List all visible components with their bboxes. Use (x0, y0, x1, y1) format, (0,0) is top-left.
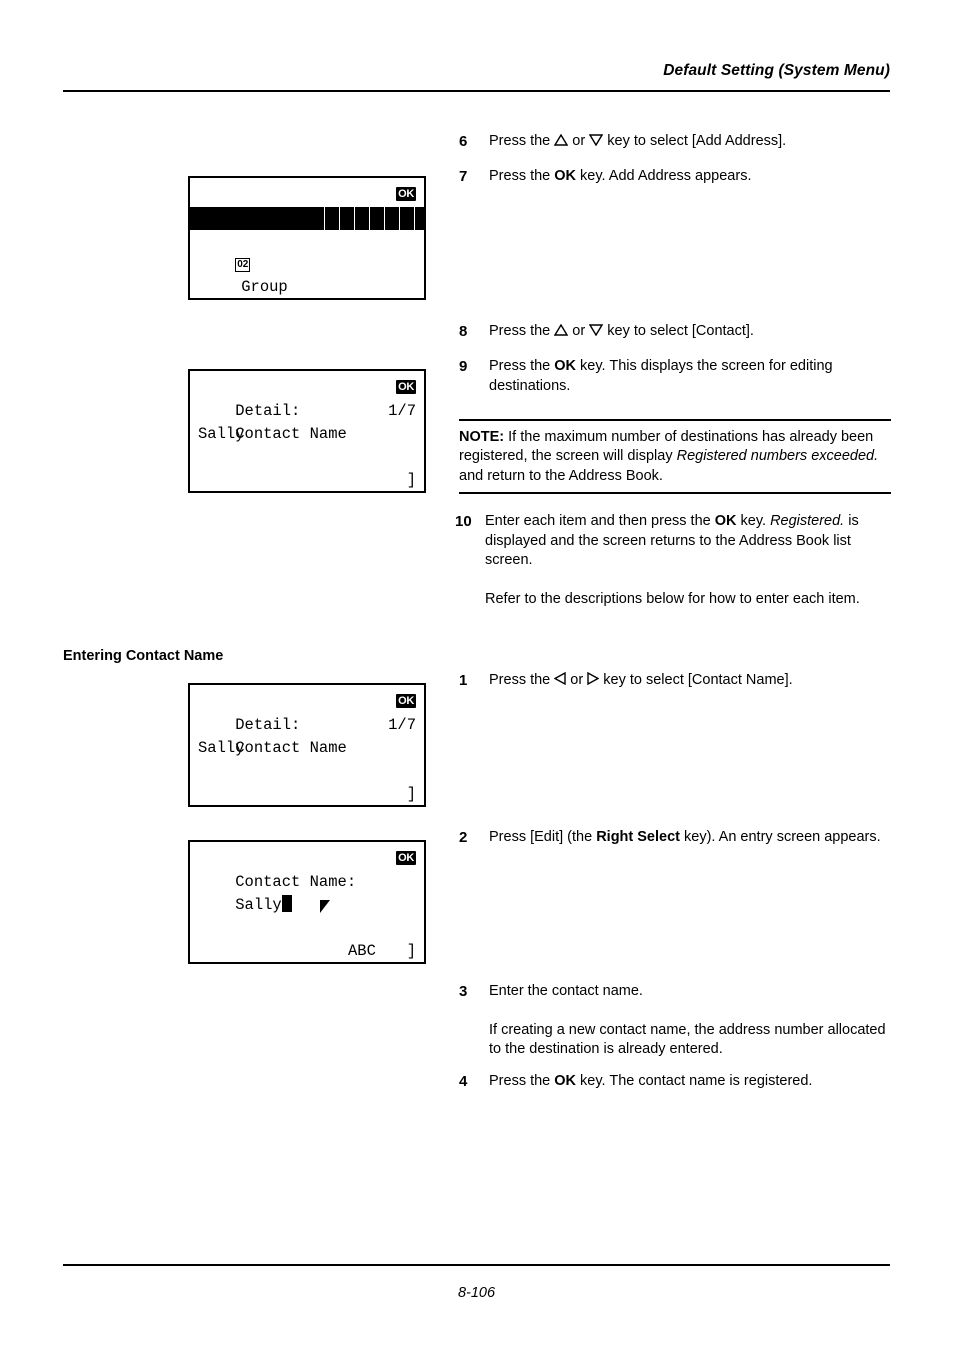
step-number: 7 (459, 168, 468, 185)
lcd-title-row: Add Address: OK (198, 184, 416, 227)
note-label: NOTE: (459, 428, 505, 445)
step-number: 8 (459, 323, 468, 340)
step-8: 8 Press the or key to select [Contact]. (459, 322, 891, 342)
lcd-status-icons: OK (373, 186, 416, 202)
lcd-list-item-group[interactable]: 02 Group (198, 230, 416, 296)
softkey-right-bracket: ] (406, 471, 416, 489)
softkey-right-bracket: ] (406, 785, 416, 803)
footer-divider (63, 1264, 890, 1266)
lcd-field-value: Sally (198, 425, 245, 443)
step-number: 6 (459, 133, 468, 150)
mode-pointer-triangle-icon (320, 900, 330, 913)
note-text: NOTE: If the maximum number of destinati… (459, 421, 891, 493)
step-text: Press the OK key. Add Address appears. (489, 168, 752, 184)
lcd-text-input-row[interactable]: Sally (198, 871, 416, 914)
down-triangle-outline-icon (589, 134, 604, 146)
ok-badge-icon: OK (396, 694, 416, 708)
lcd-status-icons: OK (373, 850, 416, 866)
lcd-softkey-row: [ Text ] (198, 940, 416, 964)
lcd-input-mode-row: ABC (198, 917, 416, 960)
lcd-detail-screen-1: Detail: OK Contact Name 1/7 Sally [ Edit… (188, 369, 426, 493)
softkey-right-bracket: ] (406, 942, 416, 960)
lcd-field-row: Contact Name 1/7 (198, 400, 416, 443)
step-number: 3 (459, 983, 468, 1000)
lcd-add-address-screen: Add Address: OK 01 Contact 02 Grou (188, 176, 426, 300)
section-subheading: Entering Contact Name (63, 648, 224, 664)
step-9: 9 Press the OK key. This displays the sc… (459, 357, 891, 396)
step-2: 2 Press [Edit] (the Right Select key). A… (459, 828, 891, 848)
note-block: NOTE: If the maximum number of destinati… (459, 419, 891, 494)
lcd-title-row: Detail: OK (198, 691, 416, 734)
header-title: Default Setting (System Menu) (663, 62, 890, 79)
step-text: Press the OK key. This displays the scre… (489, 358, 833, 394)
lcd-title-row: Detail: OK (198, 377, 416, 420)
list-item-label: Group (241, 278, 288, 296)
step-text: Press [Edit] (the Right Select key). An … (489, 829, 881, 845)
four-way-arrow-horizontal-icon (373, 850, 391, 866)
step-4: 4 Press the OK key. The contact name is … (459, 1072, 891, 1092)
step-text: Press the or key to select [Contact]. (489, 323, 754, 339)
ok-badge-icon: OK (396, 187, 416, 201)
step-6: 6 Press the or key to select [Add Addres… (459, 132, 891, 152)
softkey-left-bracket: [ (322, 963, 331, 964)
lcd-field-value: Sally (198, 739, 245, 757)
page-number: 8-106 (457, 1285, 496, 1301)
note-body: If the maximum number of destinations ha… (459, 428, 879, 484)
step-text-secondary: Refer to the descriptions below for how … (485, 590, 860, 607)
step-text: Press the or key to select [Add Address]… (489, 133, 787, 149)
down-triangle-outline-icon (589, 324, 604, 336)
step-text: Enter each item and then press the OK ke… (485, 513, 859, 568)
lcd-softkey-row: [ Edit ] (198, 783, 416, 807)
step-3: 3 Enter the contact name. If creating a … (459, 982, 891, 1060)
step-1: 1 Press the or key to select [Contact Na… (459, 671, 891, 691)
step-number: 1 (459, 672, 468, 689)
step-number: 2 (459, 829, 468, 846)
lcd-title-row: Contact Name: OK (198, 848, 416, 891)
ok-badge-icon: OK (396, 380, 416, 394)
page-header: Default Setting (System Menu) (63, 62, 890, 80)
note-bottom-rule (459, 492, 891, 494)
up-triangle-outline-icon (554, 324, 569, 336)
lcd-status-icons: OK (373, 379, 416, 395)
four-way-arrow-horizontal-icon (373, 693, 391, 709)
lcd-detail-screen-2: Detail: OK Contact Name 1/7 Sally [ Edit… (188, 683, 426, 807)
four-way-arrow-solid-icon (373, 186, 391, 202)
ok-badge-icon: OK (396, 851, 416, 865)
step-10: 10 Enter each item and then press the OK… (455, 512, 891, 609)
step-7: 7 Press the OK key. Add Address appears. (459, 167, 891, 187)
lcd-status-icons: OK (373, 693, 416, 709)
step-number: 10 (455, 513, 472, 530)
step-text: Enter the contact name. (489, 983, 643, 999)
step-text: Press the OK key. The contact name is re… (489, 1073, 813, 1089)
lcd-softkey-row: [ Edit ] (198, 469, 416, 493)
list-index-badge: 02 (235, 258, 251, 272)
right-triangle-outline-icon (587, 672, 600, 685)
lcd-field-row: Contact Name 1/7 (198, 714, 416, 757)
lcd-list-item-contact[interactable]: 01 Contact (190, 207, 424, 230)
highlight-mask (190, 207, 314, 230)
step-number: 9 (459, 358, 468, 375)
left-triangle-outline-icon (554, 672, 566, 685)
lcd-contact-name-entry-screen: Contact Name: OK Sally ABC [ Text ] (188, 840, 426, 964)
lcd-page-counter: 1/7 (388, 402, 416, 420)
step-number: 4 (459, 1073, 468, 1090)
step-text: Press the or key to select [Contact Name… (489, 672, 793, 688)
step-text-secondary: If creating a new contact name, the addr… (489, 1021, 886, 1058)
up-triangle-outline-icon (554, 134, 569, 146)
header-divider (63, 90, 890, 92)
lcd-page-counter: 1/7 (388, 716, 416, 734)
four-way-arrow-horizontal-icon (373, 379, 391, 395)
softkey-left-bracket: [ (322, 806, 331, 807)
softkey-left-bracket: [ (322, 492, 331, 493)
